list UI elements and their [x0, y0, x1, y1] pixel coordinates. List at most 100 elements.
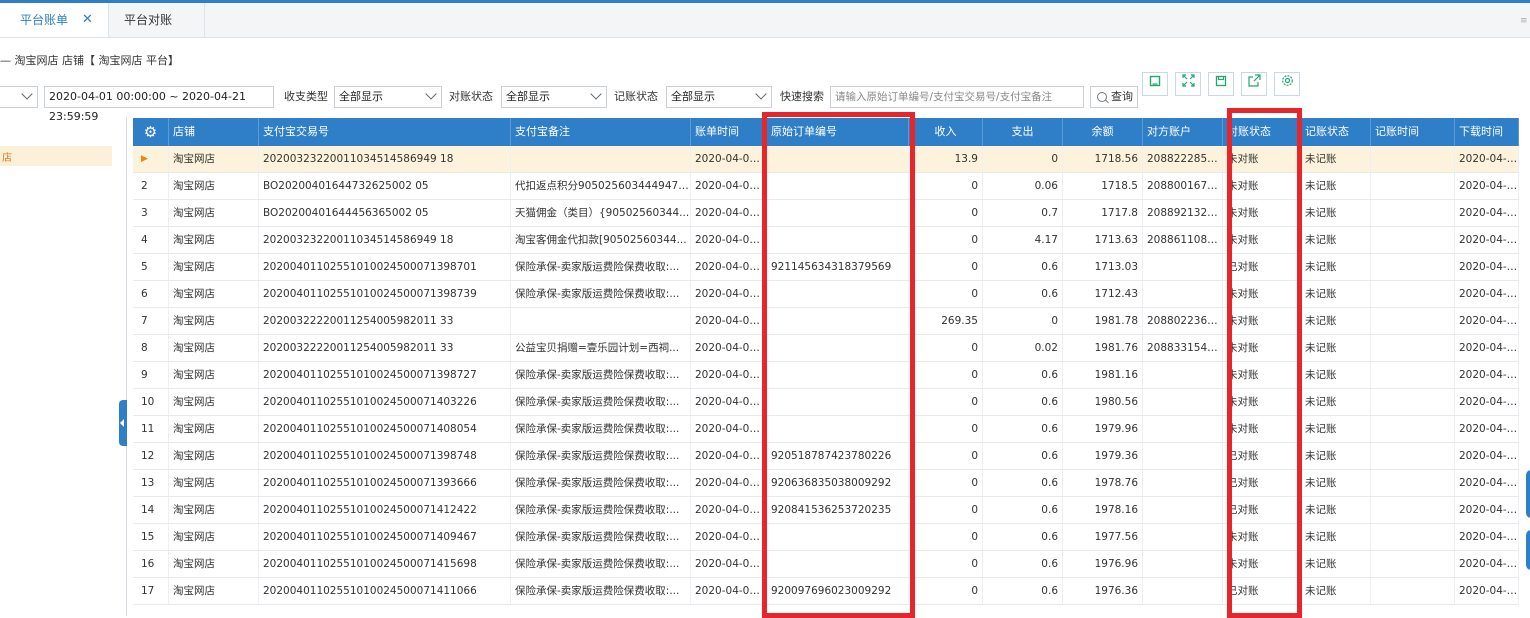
table-cell-expense: 0.6 [983, 416, 1063, 442]
table-cell-download: 2020-04-16 ... [1455, 416, 1519, 442]
table-cell-download: 2020-04-16 ... [1455, 362, 1519, 388]
menu-icon[interactable]: ≡ [1520, 16, 1528, 26]
tab-platform-bill[interactable]: 平台账单 ✕ [0, 3, 109, 37]
table-cell-time: 2020-04-01 ... [691, 416, 767, 442]
expand-icon[interactable] [1175, 72, 1201, 96]
table-cell-account [1143, 389, 1223, 415]
close-icon[interactable]: ✕ [82, 3, 93, 37]
table-cell-income: 0 [909, 389, 983, 415]
table-cell-account: 20889213299... [1143, 200, 1223, 226]
panel-splitter[interactable] [126, 117, 127, 616]
table-cell-time: 2020-04-01 ... [691, 443, 767, 469]
column-header[interactable]: 下载时间 [1455, 118, 1519, 146]
table-cell-shop: 淘宝网店 [169, 173, 259, 199]
column-header[interactable]: 对方账户 [1143, 118, 1223, 146]
table-cell-balance: 1977.56 [1063, 524, 1143, 550]
collapse-panel-button[interactable] [119, 400, 127, 446]
column-header[interactable]: 支付宝交易号 [259, 118, 511, 146]
tab-label: 平台对账 [124, 13, 173, 27]
recon-status-select[interactable]: 全部显示 [501, 86, 607, 108]
table-cell-account: 20880016748... [1143, 173, 1223, 199]
date-range-input[interactable]: 2020-04-01 00:00:00 ~ 2020-04-21 23:59:5… [44, 86, 274, 123]
table-cell-account [1143, 254, 1223, 280]
table-cell-expense: 0.6 [983, 389, 1063, 415]
table-cell-memo: 保险承保-卖家版运费险保费收取:... [511, 578, 691, 604]
column-header[interactable]: 支出 [983, 118, 1063, 146]
table-cell-shop: 淘宝网店 [169, 335, 259, 361]
table-cell-expense: 0 [983, 308, 1063, 334]
table-cell-income: 0 [909, 578, 983, 604]
table-cell-book: 未记账 [1301, 416, 1371, 442]
side-float-button[interactable] [1526, 470, 1530, 518]
quick-search-input[interactable]: 请输入原始订单编号/支付宝交易号/支付宝备注 [830, 86, 1084, 108]
table-cell-time: 2020-04-01 ... [691, 281, 767, 307]
table-cell-book-time [1371, 416, 1455, 442]
square-icon[interactable] [1142, 72, 1168, 96]
table-cell-trade-no: BO20200401644456365002 05 [259, 200, 511, 226]
table-cell-account: 20882228595... [1143, 146, 1223, 172]
pay-type-select[interactable]: 全部显示 [334, 86, 442, 108]
table-cell-income: 0 [909, 335, 983, 361]
table-cell-book: 未记账 [1301, 173, 1371, 199]
column-header[interactable]: 记账时间 [1371, 118, 1455, 146]
table-cell-memo: 天猫佣金（类目）{90502560344... [511, 200, 691, 226]
row-index: 14 [133, 497, 169, 523]
book-status-select[interactable]: 全部显示 [666, 86, 772, 108]
table-cell-book-time [1371, 443, 1455, 469]
left-tree-item[interactable]: 店 [0, 146, 112, 166]
table-cell-memo: 公益宝贝捐赠=壹乐园计划=西祠... [511, 335, 691, 361]
table-cell-time: 2020-04-01 ... [691, 308, 767, 334]
table-cell-download: 2020-04-16 ... [1455, 443, 1519, 469]
highlight-recon-status-column [1227, 108, 1302, 618]
table-cell-book: 未记账 [1301, 578, 1371, 604]
column-header[interactable]: 支付宝备注 [511, 118, 691, 146]
table-cell-income: 0 [909, 470, 983, 496]
table-cell-book-time [1371, 524, 1455, 550]
gear-icon[interactable]: ⚙ [133, 118, 169, 146]
table-cell-account [1143, 281, 1223, 307]
export-icon[interactable] [1241, 72, 1267, 96]
table-cell-memo: 保险承保-卖家版运费险保费收取:... [511, 416, 691, 442]
column-header[interactable]: 收入 [909, 118, 983, 146]
table-cell-download: 2020-04-16 ... [1455, 470, 1519, 496]
table-cell-book-time [1371, 470, 1455, 496]
pay-type-label: 收支类型 [284, 90, 328, 103]
table-cell-memo: 保险承保-卖家版运费险保费收取:... [511, 443, 691, 469]
chevron-down-icon [755, 88, 767, 100]
table-cell-balance: 1713.03 [1063, 254, 1143, 280]
row-index: 5 [133, 254, 169, 280]
table-cell-shop: 淘宝网店 [169, 254, 259, 280]
quick-search-label: 快速搜索 [780, 90, 824, 103]
save-icon[interactable] [1208, 72, 1234, 96]
table-cell-expense: 0.6 [983, 281, 1063, 307]
table-cell-expense: 0.6 [983, 551, 1063, 577]
column-header[interactable]: 余额 [1063, 118, 1143, 146]
row-index: 2 [133, 173, 169, 199]
table-cell-memo: 保险承保-卖家版运费险保费收取:... [511, 389, 691, 415]
table-cell-trade-no: 20200323220011034514586949 18 [259, 227, 511, 253]
row-index: 17 [133, 578, 169, 604]
table-cell-balance: 1712.43 [1063, 281, 1143, 307]
side-float-button[interactable] [1526, 530, 1530, 570]
table-cell-balance: 1718.56 [1063, 146, 1143, 172]
table-cell-trade-no: 20200401102551010024500071393666 [259, 470, 511, 496]
table-cell-shop: 淘宝网店 [169, 416, 259, 442]
table-cell-shop: 淘宝网店 [169, 146, 259, 172]
column-header[interactable]: 记账状态 [1301, 118, 1371, 146]
query-button[interactable]: 查询 [1090, 86, 1138, 108]
table-cell-book: 未记账 [1301, 362, 1371, 388]
column-header[interactable]: 店铺 [169, 118, 259, 146]
table-cell-trade-no: 20200401102551010024500071398748 [259, 443, 511, 469]
table-cell-time: 2020-04-01 ... [691, 470, 767, 496]
shop-select[interactable] [0, 86, 38, 108]
column-header[interactable]: 账单时间 [691, 118, 767, 146]
table-cell-download: 2020-04-16 ... [1455, 578, 1519, 604]
table-cell-income: 0 [909, 200, 983, 226]
book-status-value: 全部显示 [671, 90, 715, 103]
pay-type-value: 全部显示 [339, 90, 383, 103]
table-cell-expense: 0.6 [983, 497, 1063, 523]
table-cell-shop: 淘宝网店 [169, 524, 259, 550]
table-cell-shop: 淘宝网店 [169, 227, 259, 253]
tab-platform-reconcile[interactable]: 平台对账 [108, 3, 205, 37]
settings-icon[interactable] [1274, 72, 1300, 96]
